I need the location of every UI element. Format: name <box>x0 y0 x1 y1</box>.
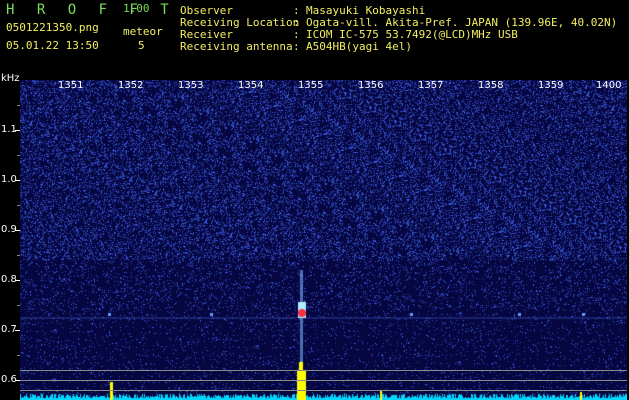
time-tick-1353: 1353 <box>178 80 204 91</box>
spectrogram-canvas <box>20 80 627 400</box>
antenna-value: A504HB(yagi 4el) <box>306 40 412 53</box>
date-time: 05.01.22 13:50 <box>6 39 99 52</box>
freq-tick-mark <box>15 130 20 131</box>
spectrogram <box>20 80 627 400</box>
time-tick-1352: 1352 <box>118 80 144 91</box>
time-tick-1357: 1357 <box>418 80 444 91</box>
time-tick-1355: 1355 <box>298 80 324 91</box>
freq-subtick-mark <box>17 105 20 106</box>
meteor-count: 5 <box>138 39 145 52</box>
file-name: 0501221350.png <box>6 21 99 34</box>
freq-tick-mark <box>15 180 20 181</box>
meteor-label: meteor <box>123 25 163 38</box>
freq-subtick-mark <box>17 355 20 356</box>
freq-tick-mark <box>15 330 20 331</box>
time-tick-1354: 1354 <box>238 80 264 91</box>
time-tick-1351: 1351 <box>58 80 84 91</box>
threshold-line <box>20 380 627 381</box>
threshold-line <box>20 370 627 371</box>
freq-tick-mark <box>15 280 20 281</box>
time-tick-1400: 1400 <box>596 80 622 91</box>
app-title: H R O F F T <box>6 2 176 18</box>
antenna-label: Receiving antenna <box>180 40 293 53</box>
freq-subtick-mark <box>17 155 20 156</box>
time-tick-1359: 1359 <box>538 80 564 91</box>
app-version: 1.00 <box>123 2 150 15</box>
time-tick-1358: 1358 <box>478 80 504 91</box>
freq-subtick-mark <box>17 255 20 256</box>
time-tick-1356: 1356 <box>358 80 384 91</box>
freq-subtick-mark <box>17 305 20 306</box>
antenna-sep: : <box>293 40 300 53</box>
freq-subtick-mark <box>17 205 20 206</box>
freq-tick-mark <box>15 230 20 231</box>
freq-unit-label: kHz <box>1 73 20 84</box>
threshold-line <box>20 390 627 391</box>
header-panel: H R O F F T 1.00 0501221350.png 05.01.22… <box>0 0 629 70</box>
